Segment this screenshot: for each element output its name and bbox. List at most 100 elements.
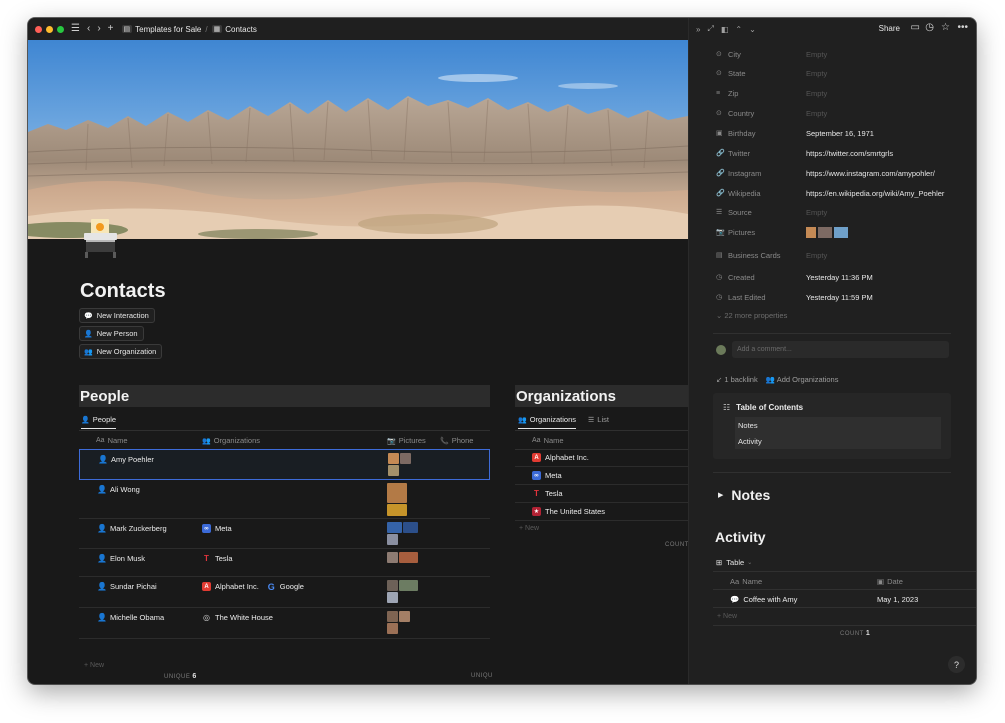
tab-organizations-view[interactable]: 👥 Organizations	[518, 415, 576, 429]
organizations-cell[interactable]: T Tesla	[202, 554, 232, 563]
comment-icon[interactable]: ▭	[911, 22, 920, 33]
org-chip[interactable]: ∞ Meta	[202, 524, 232, 533]
table-row[interactable]: 👤 Amy Poehler	[79, 449, 490, 480]
expand-icon[interactable]: ⤢	[707, 24, 713, 34]
column-header-name[interactable]: Aa Name	[730, 577, 762, 586]
maximize-window-button[interactable]	[57, 25, 64, 33]
new-person-button[interactable]: 👤 New Person	[79, 326, 144, 341]
breadcrumb-item[interactable]: Contacts	[225, 25, 257, 34]
chevron-up-icon[interactable]: ⌃	[735, 25, 742, 34]
pictures-cell[interactable]	[387, 483, 421, 516]
backlink-link[interactable]: 👥 Add Organizations	[766, 375, 839, 384]
expand-toggle-icon[interactable]: ▶	[718, 491, 723, 499]
comment-input[interactable]: Add a comment...	[732, 341, 949, 358]
person-name-cell[interactable]: 👤 Elon Musk	[97, 554, 145, 563]
more-properties-toggle[interactable]: ⌄ 22 more properties	[716, 311, 787, 320]
org-chip[interactable]: T Tesla	[202, 554, 232, 563]
activity-name-cell[interactable]: 💬 Coffee with Amy	[730, 595, 797, 604]
table-row[interactable]: 👤 Elon Musk T Tesla	[79, 549, 490, 577]
toc-item-notes[interactable]: Notes	[735, 417, 941, 433]
count-label[interactable]: COUNT	[665, 542, 689, 548]
column-header-name[interactable]: Aa Name	[96, 436, 128, 445]
minimize-window-button[interactable]	[46, 25, 53, 33]
table-row[interactable]: 👤 Michelle Obama ◎ The White House	[79, 608, 490, 639]
column-header-date[interactable]: ▣ Date	[877, 577, 903, 586]
property-row[interactable]: 🔗 Wikipedia https://en.wikipedia.org/wiki…	[716, 185, 966, 201]
column-header-pictures[interactable]: 📷 Pictures	[387, 436, 426, 445]
table-row[interactable]: 👤 Sundar Pichai A Alphabet Inc. G Google	[79, 577, 490, 608]
chevron-down-icon[interactable]: ⌄	[749, 25, 756, 34]
share-button[interactable]: Share	[879, 24, 900, 33]
more-options-icon[interactable]: •••	[957, 22, 968, 33]
star-icon[interactable]: ☆	[941, 22, 950, 33]
table-row[interactable]: 👤 Ali Wong	[79, 480, 490, 519]
activity-date-cell[interactable]: May 1, 2023	[877, 595, 918, 604]
property-row[interactable]: ☰ Source Empty	[716, 204, 966, 220]
toc-item-activity[interactable]: Activity	[735, 433, 941, 449]
activity-view-tab[interactable]: ⊞ Table ⌄	[716, 558, 752, 567]
property-row[interactable]: 🔗 Instagram https://www.instagram.com/amy…	[716, 165, 966, 181]
collapse-panel-icon[interactable]: »	[696, 25, 700, 34]
property-row[interactable]: ⊙ City Empty	[716, 46, 966, 62]
activity-new-row-button[interactable]: + New	[717, 613, 737, 620]
column-header-phone[interactable]: 📞 Phone	[440, 436, 473, 445]
organizations-new-row-button[interactable]: + New	[519, 525, 539, 532]
list-item[interactable]: T Tesla	[515, 485, 688, 503]
property-row[interactable]: ⊙ Country Empty	[716, 105, 966, 121]
property-row[interactable]: ▤ Business Cards Empty	[716, 247, 966, 263]
organizations-cell[interactable]: ∞ Meta	[202, 524, 232, 533]
list-item[interactable]: ▶ ★ The United States	[515, 503, 688, 521]
person-name-cell[interactable]: 👤 Michelle Obama	[97, 613, 164, 622]
help-button[interactable]: ?	[948, 656, 965, 673]
backlinks-toggle[interactable]: ↙ 1 backlink	[716, 375, 758, 384]
expand-toggle-icon[interactable]: ▶	[515, 454, 537, 461]
property-row[interactable]: 📷 Pictures	[716, 224, 966, 240]
property-row[interactable]: ◷ Last Edited Yesterday 11:59 PM	[716, 289, 966, 305]
button-label: New Person	[96, 329, 138, 338]
unique-count[interactable]: UNIQUE 6	[164, 673, 197, 680]
person-name-cell[interactable]: 👤 Amy Poehler	[98, 455, 154, 464]
organizations-cell[interactable]: A Alphabet Inc. G Google	[202, 582, 304, 592]
pictures-cell[interactable]	[387, 580, 421, 603]
person-name-cell[interactable]: 👤 Mark Zuckerberg	[97, 524, 167, 533]
organizations-cell[interactable]: ◎ The White House	[202, 613, 273, 622]
list-item[interactable]: ▶ A Alphabet Inc.	[515, 449, 688, 467]
property-row[interactable]: ◷ Created Yesterday 11:36 PM	[716, 269, 966, 285]
pictures-value[interactable]	[806, 226, 848, 238]
new-interaction-button[interactable]: 💬 New Interaction	[79, 308, 155, 323]
pictures-cell[interactable]	[388, 453, 422, 476]
property-row[interactable]: ▣ Birthday September 16, 1971	[716, 125, 966, 141]
forward-arrow-icon[interactable]: ›	[97, 24, 100, 34]
list-item[interactable]: ∞ Meta	[515, 467, 688, 485]
org-chip[interactable]: ◎ The White House	[202, 613, 273, 622]
layout-icon[interactable]: ◧	[721, 25, 729, 34]
property-row[interactable]: 🔗 Twitter https://twitter.com/smrtgrls	[716, 145, 966, 161]
person-name-cell[interactable]: 👤 Ali Wong	[97, 485, 140, 494]
close-window-button[interactable]	[35, 25, 42, 33]
column-header-name[interactable]: Aa Name	[532, 436, 564, 445]
unique-count-label[interactable]: UNIQU	[471, 673, 493, 679]
table-row[interactable]: 👤 Mark Zuckerberg ∞ Meta	[79, 519, 490, 549]
tab-people-view[interactable]: 👤 People	[81, 415, 117, 429]
plus-icon[interactable]: +	[108, 24, 114, 34]
notes-toggle-heading[interactable]: ▶ Notes	[718, 487, 770, 503]
pictures-cell[interactable]	[387, 611, 421, 634]
breadcrumb-item[interactable]: Templates for Sale	[135, 25, 201, 34]
menu-icon[interactable]: ☰	[71, 24, 80, 34]
pictures-cell[interactable]	[387, 522, 421, 545]
person-name-cell[interactable]: 👤 Sundar Pichai	[97, 582, 157, 591]
tab-list-view[interactable]: ☰ List	[588, 415, 609, 428]
property-row[interactable]: ⊙ State Empty	[716, 65, 966, 81]
clock-icon[interactable]: ◷	[925, 22, 934, 33]
property-row[interactable]: ≡ Zip Empty	[716, 85, 966, 101]
org-chip[interactable]: A Alphabet Inc.	[202, 582, 259, 591]
people-new-row-button[interactable]: + New	[84, 662, 104, 669]
back-arrow-icon[interactable]: ‹	[87, 24, 90, 34]
expand-toggle-icon[interactable]: ▶	[515, 508, 537, 515]
new-organization-button[interactable]: 👥 New Organization	[79, 344, 163, 359]
column-header-organizations[interactable]: 👥 Organizations	[202, 436, 260, 445]
org-chip[interactable]: G Google	[267, 582, 304, 592]
pictures-cell[interactable]	[387, 552, 421, 563]
activity-count[interactable]: COUNT 1	[840, 630, 870, 637]
page-icon[interactable]	[82, 218, 120, 258]
